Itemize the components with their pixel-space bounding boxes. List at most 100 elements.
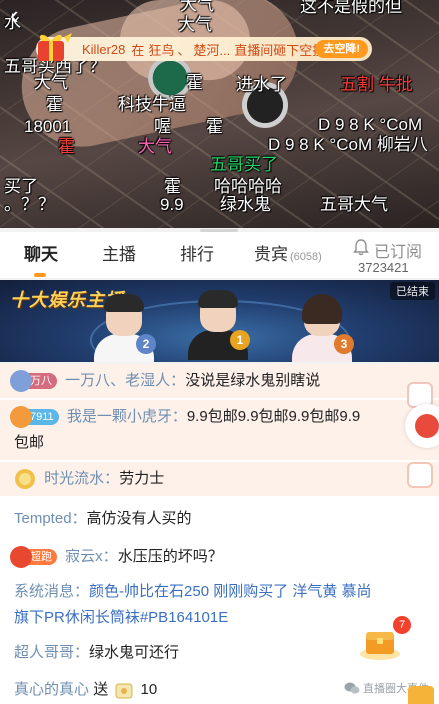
noble-badge-icon — [15, 469, 35, 490]
gift-count: 10 — [140, 681, 158, 698]
wechat-icon — [344, 682, 360, 694]
gift-banner-room2: 楚河... — [193, 42, 231, 58]
gift-send-label: 送 — [93, 681, 109, 698]
chat-message-continued: 包邮 — [14, 431, 414, 455]
chat-nickname[interactable]: 真心的真心 — [14, 681, 89, 698]
danmaku: D 9 8 K °CoM 柳岩八 — [268, 135, 428, 154]
danmaku: 霍 — [206, 117, 223, 136]
top-ten-anchor-banner[interactable]: 十大娱乐主播 已结束 2 1 3 — [0, 280, 439, 362]
airdrop-button[interactable]: 去空降! — [315, 40, 368, 58]
fan-badge-label: 超跑 — [30, 551, 52, 564]
guest-count: (6058) — [290, 251, 322, 263]
system-message[interactable]: 系统消息：颜色-帅比在石250 刚刚购买了 洋气黄 慕尚 — [14, 580, 414, 604]
danmaku: 霍 — [164, 177, 181, 196]
danmaku: 9.9 — [160, 195, 184, 214]
danmaku: 进水了 — [236, 75, 287, 94]
fan-badge: 万八 — [10, 370, 57, 393]
fan-badge-label: 7911 — [30, 411, 54, 424]
danmaku: 五哥大气 — [320, 195, 388, 214]
bell-icon — [353, 239, 369, 256]
chat-nickname[interactable]: 一万八、老湿人： — [65, 372, 185, 389]
danmaku: 大气 — [180, 0, 214, 14]
gift-box-icon — [38, 33, 72, 61]
tab-rank[interactable]: 排行 — [180, 246, 214, 263]
system-text[interactable]: 旗下PR休闲长筒袜#PB164101E — [14, 609, 228, 626]
host-hair — [198, 290, 238, 308]
treasure-badge: 7 — [393, 616, 411, 634]
chat-message[interactable]: 时光流水：劳力士 — [14, 467, 414, 491]
fan-level-icon — [10, 546, 32, 569]
danmaku: 霍 — [186, 73, 203, 92]
system-text[interactable]: 颜色-帅比在石250 刚刚购买了 洋气黄 慕尚 — [89, 583, 372, 600]
danmaku: 大气 — [178, 15, 212, 34]
tab-guest-label: 贵宾 — [254, 245, 288, 264]
chat-nickname[interactable]: 寂云x： — [65, 548, 118, 565]
danmaku: 喔 — [154, 117, 171, 136]
gift-banner-text: 在 — [131, 42, 145, 58]
chat-nickname[interactable]: Tempted： — [14, 510, 87, 527]
danmaku: 五割 牛批 — [340, 75, 413, 94]
tab-guest[interactable]: 贵宾 (6058) — [254, 246, 322, 263]
bottom-gift-icon[interactable] — [408, 686, 434, 704]
tab-chat[interactable]: 聊天 — [24, 246, 58, 263]
ended-badge: 已结束 — [390, 282, 435, 300]
subscriber-count: 3723421 — [358, 260, 409, 275]
chat-nickname[interactable]: 我是一颗小虎牙： — [67, 408, 187, 425]
subscribe-button[interactable]: 已订阅 3723421 — [352, 236, 432, 275]
fan-level-icon — [10, 370, 32, 393]
airdrop-gift-banner[interactable]: Killer28 在 狂鸟 、 楚河... 直播间砸下空投 去空降! — [36, 33, 372, 61]
ranked-host-avatar: 3 — [292, 294, 354, 362]
danmaku: 。？？ — [4, 195, 55, 214]
rank-medal: 2 — [136, 334, 156, 354]
live-video-area[interactable]: 水 大气 大气 这不是假的但 五哥买西了？ 大气 霍 进水了 五割 牛批 霍 科… — [0, 0, 439, 228]
host-hair — [302, 294, 342, 324]
chat-text: 高仿没有人买的 — [86, 510, 192, 527]
ranked-host-avatar: 1 — [188, 290, 250, 360]
chat-message[interactable]: 7911 我是一颗小虎牙：9.9包邮9.9包邮9.9包邮9.9 — [10, 405, 439, 429]
danmaku: 绿水鬼 — [220, 195, 271, 214]
chat-text: 9.9包邮9.9包邮9.9包邮9.9 — [186, 408, 361, 425]
chat-text: 包邮 — [14, 434, 45, 451]
danmaku: 霍 — [46, 95, 63, 114]
gift-banner-sep: 、 — [177, 42, 191, 58]
rank-medal: 1 — [230, 330, 250, 350]
danmaku: D 9 8 K °CoM — [318, 115, 423, 134]
chat-message[interactable]: Tempted：高仿没有人买的 — [14, 507, 414, 531]
gift-banner-room1: 狂鸟 — [148, 42, 175, 58]
danmaku: 科技牛逼 — [118, 95, 186, 114]
ranked-host-avatar: 2 — [94, 294, 156, 362]
gift-banner-action: 直播间砸下空投 — [234, 42, 326, 58]
chat-nickname[interactable]: 超人哥哥： — [14, 644, 89, 661]
danmaku: 哈哈哈哈 — [214, 177, 282, 196]
fan-level-icon — [10, 406, 32, 429]
chat-text: 绿水鬼可还行 — [89, 644, 180, 661]
danmaku: 大气 — [34, 73, 68, 92]
side-gift-icon[interactable] — [407, 462, 433, 488]
back-arrow-icon[interactable]: ‹ — [10, 2, 19, 28]
fan-badge: 7911 — [10, 406, 59, 429]
chat-text: 没说是绿水鬼别瞎说 — [185, 372, 321, 389]
chat-text: 水压压的坏吗？ — [117, 548, 223, 565]
tab-anchor[interactable]: 主播 — [102, 246, 136, 263]
system-message-continued[interactable]: 旗下PR休闲长筒袜#PB164101E — [14, 606, 414, 630]
subscribe-label: 已订阅 — [374, 244, 423, 261]
chat-message[interactable]: 超跑 寂云x：水压压的坏吗？ — [10, 545, 414, 569]
active-tab-indicator — [34, 273, 46, 277]
fan-badge-label: 万八 — [30, 375, 52, 388]
gift-sender-name: Killer28 — [82, 41, 126, 57]
danmaku: 这不是假的但 — [300, 0, 402, 16]
chat-message[interactable]: 万八 一万八、老湿人：没说是绿水鬼别瞎说 — [10, 369, 414, 393]
danmaku: 大气 — [138, 137, 172, 156]
chat-nickname[interactable]: 时光流水： — [44, 470, 119, 487]
danmaku: 18001 — [24, 117, 72, 136]
danmaku: 五哥买了 — [210, 155, 278, 174]
danmaku: 买了 — [4, 177, 38, 196]
rank-medal: 3 — [334, 334, 354, 354]
fan-badge: 超跑 — [10, 546, 57, 569]
danmaku: 霍 — [58, 137, 75, 156]
system-label: 系统消息： — [14, 583, 90, 600]
gift-icon — [115, 683, 133, 699]
host-hair — [104, 294, 144, 312]
chat-text: 劳力士 — [119, 470, 165, 487]
chat-message[interactable]: 超人哥哥：绿水鬼可还行 — [14, 641, 414, 665]
